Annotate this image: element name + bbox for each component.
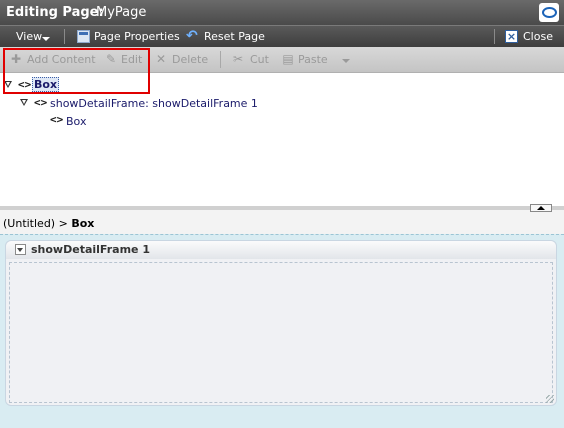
tree-node-label[interactable]: Box — [32, 77, 60, 92]
menu-separator — [494, 29, 495, 44]
breadcrumb-parent[interactable]: (Untitled) — [3, 217, 55, 230]
frame-header: showDetailFrame 1 — [6, 241, 556, 259]
component-icon: <> — [50, 113, 64, 126]
page-name: MyPage — [96, 5, 147, 20]
component-icon: <> — [34, 96, 48, 109]
menu-bar: View Page Properties ↶ Reset Page × Clos… — [0, 25, 564, 47]
show-detail-frame[interactable]: showDetailFrame 1 — [5, 240, 557, 406]
breadcrumb-current: Box — [71, 217, 95, 230]
oracle-logo-icon — [539, 3, 559, 22]
add-icon[interactable]: ✚ — [9, 52, 23, 66]
chevron-down-icon[interactable] — [42, 37, 50, 41]
toolbar-separator — [220, 51, 221, 68]
edit-icon[interactable]: ✎ — [104, 52, 118, 66]
title-lead: Editing Page: — [6, 5, 104, 20]
delete-button[interactable]: Delete — [172, 53, 208, 66]
component-tree: <> Box <> showDetailFrame: showDetailFra… — [0, 73, 564, 206]
reset-page-button[interactable]: Reset Page — [204, 30, 265, 43]
page-properties-icon[interactable] — [77, 30, 90, 43]
expand-toggle-icon[interactable] — [4, 81, 12, 88]
expand-toggle-icon[interactable] — [20, 99, 28, 106]
frame-title: showDetailFrame 1 — [31, 243, 150, 256]
clipboard-icon[interactable]: ▤ — [281, 52, 295, 66]
scissors-icon[interactable]: ✂ — [231, 52, 245, 66]
close-icon[interactable]: × — [505, 30, 518, 43]
tree-node[interactable]: Box — [32, 77, 60, 92]
resize-grip-icon[interactable] — [546, 395, 554, 403]
title-bar: Editing Page: MyPage — [0, 0, 564, 25]
tree-node[interactable]: showDetailFrame: showDetailFrame 1 — [50, 97, 258, 110]
add-content-button[interactable]: Add Content — [27, 53, 96, 66]
page-properties-button[interactable]: Page Properties — [94, 30, 180, 43]
close-button[interactable]: Close — [523, 30, 553, 43]
breadcrumb-separator: > — [58, 217, 68, 230]
reset-icon[interactable]: ↶ — [186, 29, 200, 43]
collapse-button[interactable] — [530, 204, 552, 212]
frame-content-area — [9, 262, 553, 403]
breadcrumb: (Untitled) > Box — [3, 217, 94, 230]
delete-icon[interactable]: ✕ — [154, 52, 168, 66]
paste-button[interactable]: Paste — [298, 53, 328, 66]
chevron-down-icon[interactable] — [342, 59, 350, 63]
view-menu[interactable]: View — [16, 30, 42, 43]
cut-button[interactable]: Cut — [250, 53, 269, 66]
page-canvas: showDetailFrame 1 — [0, 234, 564, 428]
toolbar: ✚ Add Content ✎ Edit ✕ Delete ✂ Cut ▤ Pa… — [0, 47, 564, 73]
menu-separator — [64, 29, 65, 44]
edit-button[interactable]: Edit — [121, 53, 142, 66]
tree-node[interactable]: Box — [66, 115, 86, 128]
breadcrumb-bar: (Untitled) > Box — [0, 204, 564, 234]
frame-toggle-icon[interactable] — [15, 244, 26, 255]
component-icon: <> — [18, 78, 32, 91]
